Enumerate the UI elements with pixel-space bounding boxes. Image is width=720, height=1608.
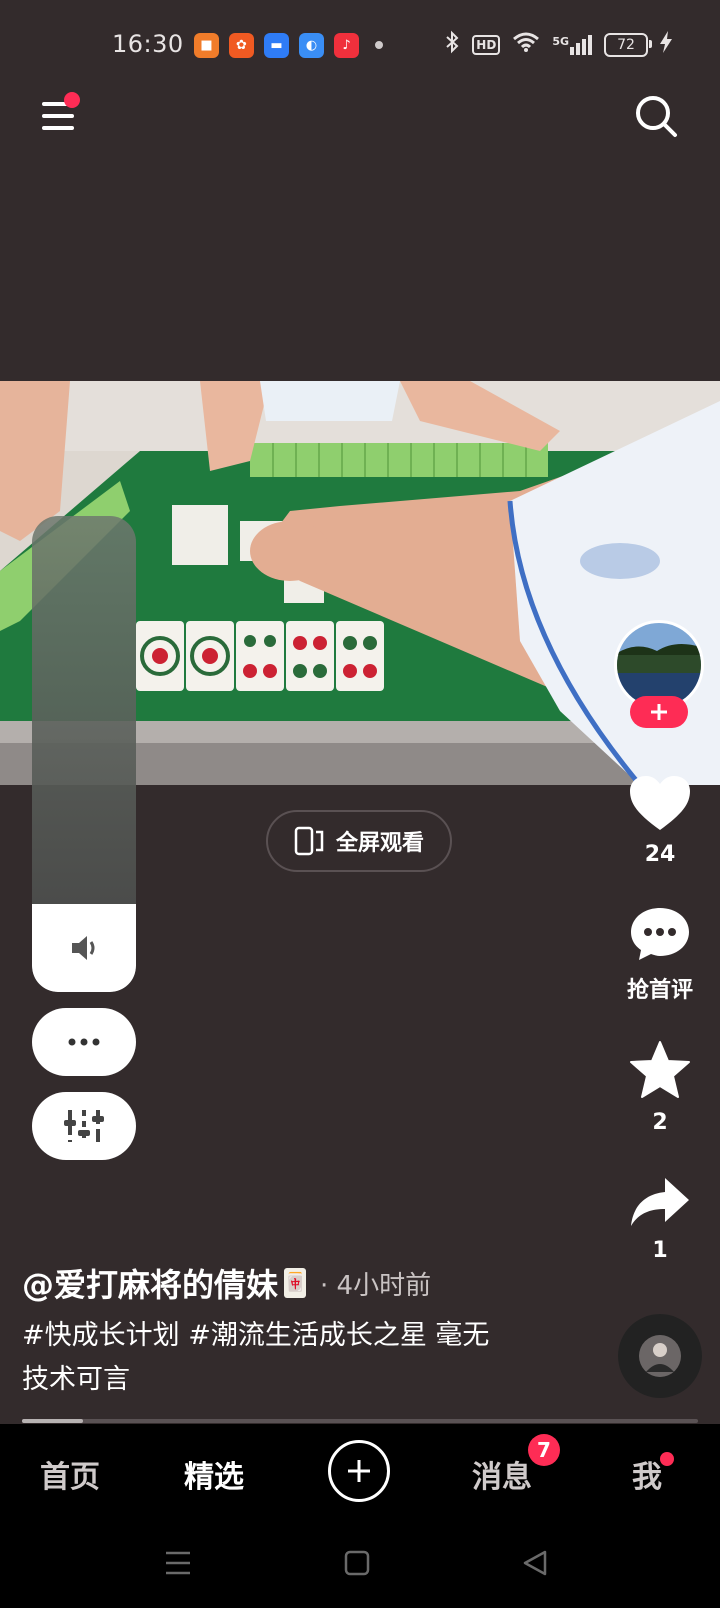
status-bar: 16:30 ■ ✿ ▬ ◐ ♪ HD 5G 72 xyxy=(0,0,720,92)
status-time: 16:30 xyxy=(112,30,184,58)
ellipsis-icon xyxy=(68,1038,100,1046)
share-count: 1 xyxy=(652,1238,668,1263)
share-button[interactable]: 1 xyxy=(614,1176,706,1263)
speaker-icon xyxy=(72,936,95,960)
more-notifications-dot xyxy=(375,41,383,49)
hd-badge: HD xyxy=(472,34,501,55)
music-disc-button[interactable] xyxy=(618,1314,702,1398)
wifi-icon xyxy=(512,31,540,58)
cellular-signal-icon: 5G xyxy=(552,34,592,55)
network-type-label: 5G xyxy=(552,34,569,48)
post-caption[interactable]: #快成长计划 #潮流生活成长之星 毫无技术可言 xyxy=(22,1314,492,1402)
battery-level: 72 xyxy=(617,36,635,53)
grid-app-icon: ✿ xyxy=(229,33,254,58)
battery-icon: 72 xyxy=(604,32,652,57)
book-app-icon: ■ xyxy=(194,33,219,58)
me-notification-dot xyxy=(660,1452,674,1466)
share-arrow-icon xyxy=(631,1178,689,1226)
bottom-navigation: 首页 精选 消息 7 我 xyxy=(0,1424,720,1520)
back-triangle-icon[interactable] xyxy=(522,1550,548,1576)
fullscreen-label: 全屏观看 xyxy=(335,831,424,856)
plus-icon xyxy=(651,704,667,720)
browser-app-icon: ◐ xyxy=(299,33,324,58)
nav-me[interactable]: 我 xyxy=(632,1452,662,1496)
create-post-button[interactable] xyxy=(328,1440,390,1502)
music-disc-cover xyxy=(639,1335,681,1377)
video-progress-bar[interactable] xyxy=(22,1419,698,1423)
heart-icon xyxy=(630,776,690,830)
bluetooth-icon xyxy=(444,30,460,59)
messages-unread-badge: 7 xyxy=(528,1434,560,1466)
follow-button[interactable] xyxy=(630,696,688,728)
like-button[interactable]: 24 xyxy=(614,774,706,867)
status-indicators: HD 5G 72 xyxy=(444,30,672,59)
post-author-line: @爱打麻将的倩妹 🀄 · 4小时前 xyxy=(22,1260,431,1306)
video-progress-fill xyxy=(22,1419,83,1423)
favorite-button[interactable]: 2 xyxy=(614,1040,706,1135)
charging-icon xyxy=(660,31,672,58)
search-icon xyxy=(636,96,677,137)
home-square-icon[interactable] xyxy=(344,1550,370,1576)
search-button[interactable] xyxy=(634,94,678,138)
recent-apps-icon[interactable] xyxy=(164,1550,192,1576)
plus-icon xyxy=(348,1460,370,1482)
menu-notification-dot xyxy=(64,92,80,108)
notification-app-icons: ■ ✿ ▬ ◐ ♪ xyxy=(194,33,359,58)
fullscreen-watch-button[interactable]: 全屏观看 xyxy=(266,810,452,872)
volume-level-fill xyxy=(32,904,136,992)
more-options-button[interactable] xyxy=(32,1008,136,1076)
like-count: 24 xyxy=(644,842,676,867)
favorite-count: 2 xyxy=(652,1110,668,1135)
sliders-icon xyxy=(64,1110,104,1142)
equalizer-settings-button[interactable] xyxy=(32,1092,136,1160)
rotate-screen-icon xyxy=(294,826,324,856)
mahjong-tile-emoji: 🀄 xyxy=(284,1268,306,1298)
comment-button[interactable]: 抢首评 xyxy=(614,906,706,1004)
volume-slider[interactable] xyxy=(32,516,136,992)
system-navigation-bar xyxy=(0,1520,720,1608)
folder-app-icon: ▬ xyxy=(264,33,289,58)
music-app-icon: ♪ xyxy=(334,33,359,58)
nav-messages[interactable]: 消息 xyxy=(472,1452,532,1496)
author-name[interactable]: @爱打麻将的倩妹 xyxy=(22,1260,278,1306)
post-time: · 4小时前 xyxy=(320,1270,432,1301)
nav-featured[interactable]: 精选 xyxy=(184,1452,244,1496)
comment-bubble-icon xyxy=(631,908,689,960)
comment-label: 抢首评 xyxy=(626,978,693,1003)
star-icon xyxy=(630,1041,690,1098)
nav-home[interactable]: 首页 xyxy=(40,1452,100,1496)
